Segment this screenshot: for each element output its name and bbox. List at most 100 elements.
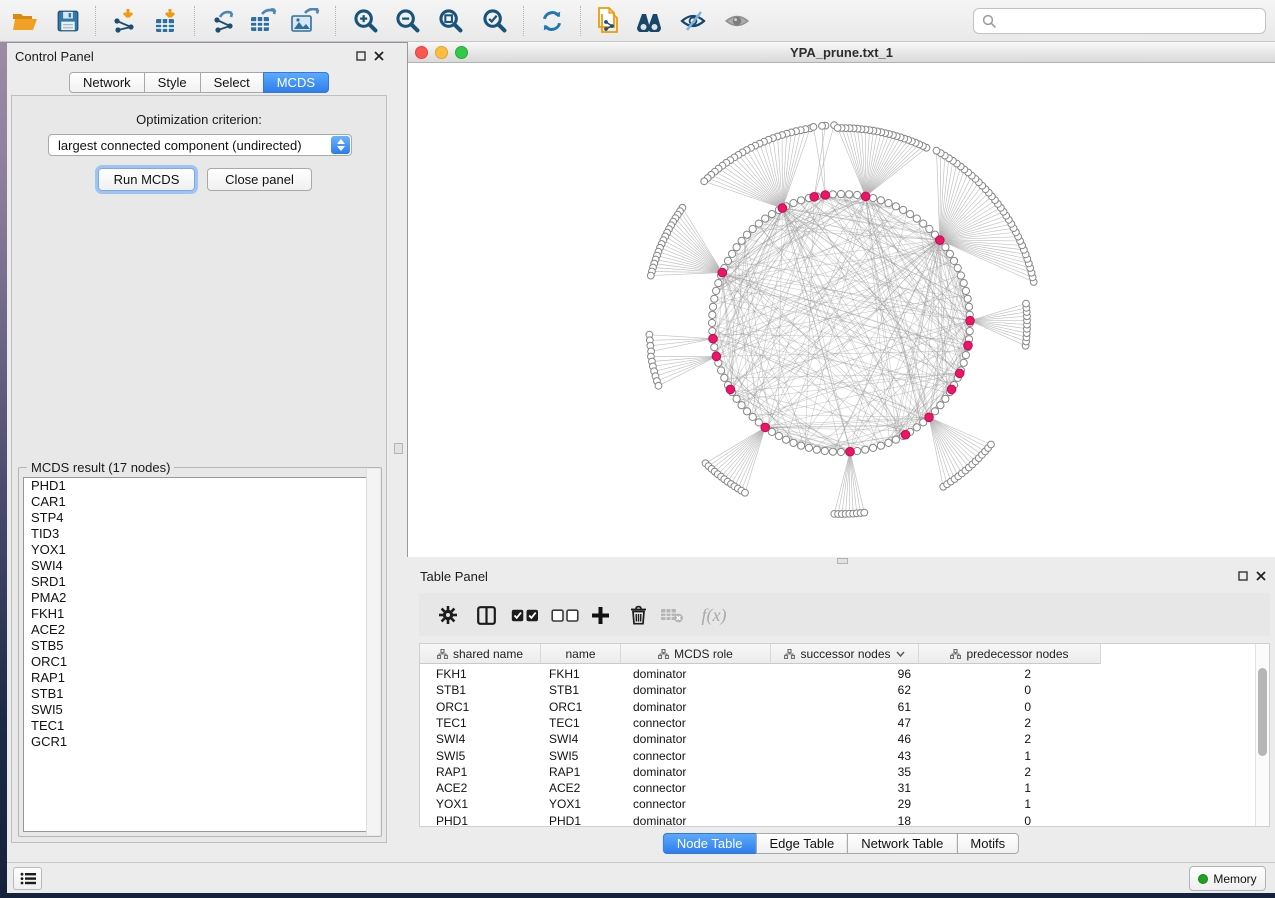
network-node[interactable] [870, 444, 877, 451]
table-cell[interactable]: 0 [919, 813, 1031, 829]
table-cell[interactable]: SWI5 [549, 748, 621, 764]
network-mcds-hub-node[interactable] [712, 352, 721, 361]
table-cell[interactable]: 35 [771, 764, 911, 780]
mcds-result-item[interactable]: TID3 [24, 526, 376, 542]
tab-network-table[interactable]: Network Table [847, 833, 957, 854]
function-builder-button[interactable]: f(x) [695, 602, 733, 628]
close-panel-button[interactable]: Close panel [207, 168, 312, 191]
network-mcds-hub-node[interactable] [726, 385, 735, 394]
network-node[interactable] [733, 395, 740, 402]
criterion-dropdown[interactable]: largest connected component (undirected) [48, 134, 352, 156]
table-cell[interactable]: 96 [771, 666, 911, 682]
network-leaf-node[interactable] [701, 178, 708, 185]
network-mcds-hub-node[interactable] [955, 369, 964, 378]
network-mcds-hub-node[interactable] [810, 193, 819, 202]
network-node[interactable] [743, 231, 750, 238]
tab-network[interactable]: Network [69, 72, 145, 93]
network-leaf-node[interactable] [933, 147, 940, 154]
network-leaf-node[interactable] [655, 382, 662, 389]
network-node[interactable] [713, 287, 720, 294]
table-cell[interactable]: 2 [919, 715, 1031, 731]
table-cell[interactable]: connector [633, 796, 771, 812]
table-cell[interactable]: RAP1 [436, 764, 541, 780]
mcds-result-item[interactable]: FKH1 [24, 606, 376, 622]
mcds-result-item[interactable]: YOX1 [24, 542, 376, 558]
network-node[interactable] [715, 280, 722, 287]
network-node[interactable] [966, 328, 973, 335]
column-header-predecessor-nodes[interactable]: predecessor nodes [919, 644, 1101, 664]
table-cell[interactable]: dominator [633, 666, 771, 682]
network-node[interactable] [821, 447, 828, 454]
network-leaf-node[interactable] [1023, 300, 1030, 307]
table-settings-button[interactable] [435, 602, 461, 628]
network-node[interactable] [942, 395, 949, 402]
network-node[interactable] [942, 244, 949, 251]
float-panel-icon[interactable] [355, 50, 367, 62]
network-window-titlebar[interactable]: YPA_prune.txt_1 [408, 42, 1275, 63]
network-leaf-node[interactable] [988, 441, 995, 448]
network-leaf-node[interactable] [819, 123, 826, 130]
delete-column-button[interactable] [625, 602, 651, 628]
network-node[interactable] [775, 432, 782, 439]
table-cell[interactable]: STB1 [436, 682, 541, 698]
tab-node-table[interactable]: Node Table [663, 833, 757, 854]
mcds-result-item[interactable]: ACE2 [24, 622, 376, 638]
network-mcds-hub-node[interactable] [778, 204, 787, 213]
network-node[interactable] [738, 237, 745, 244]
tab-select[interactable]: Select [200, 72, 264, 93]
export-image-button[interactable] [288, 4, 324, 38]
table-cell[interactable]: 2 [919, 666, 1031, 682]
network-mcds-hub-node[interactable] [709, 334, 718, 343]
network-node[interactable] [885, 439, 892, 446]
network-node[interactable] [920, 220, 927, 227]
network-mcds-hub-node[interactable] [718, 268, 727, 277]
network-node[interactable] [900, 206, 907, 213]
network-node[interactable] [721, 374, 728, 381]
table-cell[interactable]: ORC1 [436, 699, 541, 715]
new-network-from-selection-button[interactable] [590, 4, 626, 38]
column-header-shared-name[interactable]: shared name [420, 644, 541, 664]
search-input[interactable] [997, 14, 1265, 28]
zoom-fit-button[interactable] [433, 4, 469, 38]
table-cell[interactable]: 46 [771, 731, 911, 747]
table-cell[interactable]: YOX1 [549, 796, 621, 812]
table-cell[interactable]: 62 [771, 682, 911, 698]
network-node[interactable] [946, 250, 953, 257]
table-cell[interactable]: 0 [919, 682, 1031, 698]
table-cell[interactable]: dominator [633, 731, 771, 747]
table-cell[interactable]: 29 [771, 796, 911, 812]
network-leaf-node[interactable] [742, 489, 749, 496]
table-cell[interactable]: SWI4 [436, 731, 541, 747]
network-mcds-hub-node[interactable] [964, 341, 973, 350]
table-cell[interactable]: connector [633, 715, 771, 731]
network-node[interactable] [733, 244, 740, 251]
network-node[interactable] [829, 448, 836, 455]
table-cell[interactable]: dominator [633, 699, 771, 715]
table-cell[interactable]: YOX1 [436, 796, 541, 812]
column-header-successor-nodes[interactable]: successor nodes [771, 644, 919, 664]
column-header-MCDS-role[interactable]: MCDS role [621, 644, 771, 664]
table-cell[interactable]: 1 [919, 780, 1031, 796]
network-node[interactable] [885, 200, 892, 207]
network-node[interactable] [711, 344, 718, 351]
table-cell[interactable]: STB1 [549, 682, 621, 698]
hide-selected-button[interactable] [675, 4, 711, 38]
network-mcds-hub-node[interactable] [846, 447, 855, 456]
table-cell[interactable]: TEC1 [436, 715, 541, 731]
table-cell[interactable]: 0 [919, 699, 1031, 715]
network-mcds-hub-node[interactable] [947, 385, 956, 394]
network-node[interactable] [790, 439, 797, 446]
table-cell[interactable]: 31 [771, 780, 911, 796]
table-cell[interactable]: SWI4 [549, 731, 621, 747]
delete-table-button[interactable] [659, 602, 685, 628]
horizontal-splitter[interactable] [407, 557, 1275, 565]
mcds-result-item[interactable]: RAP1 [24, 670, 376, 686]
network-node[interactable] [913, 215, 920, 222]
mcds-result-item[interactable]: STB5 [24, 638, 376, 654]
import-network-button[interactable] [107, 4, 143, 38]
network-node[interactable] [892, 203, 899, 210]
network-node[interactable] [931, 408, 938, 415]
table-cell[interactable]: 18 [771, 813, 911, 829]
network-node[interactable] [926, 225, 933, 232]
table-cell[interactable]: 43 [771, 748, 911, 764]
